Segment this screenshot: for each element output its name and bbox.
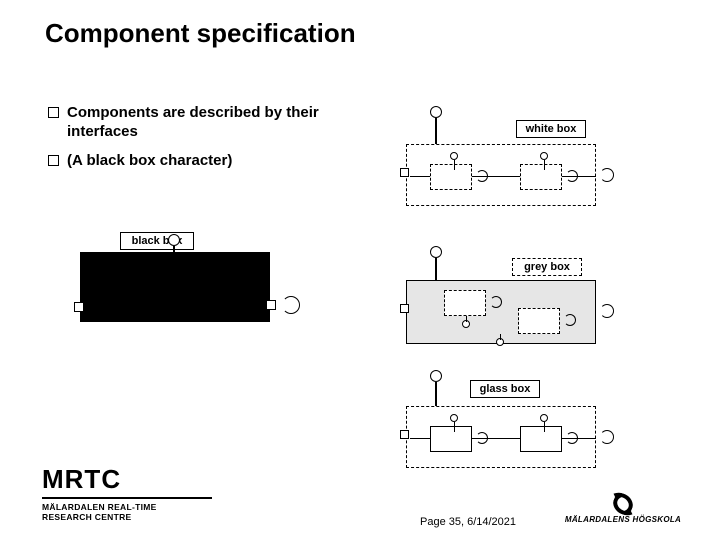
lollipop-icon: [450, 414, 458, 422]
lollipop-stem: [544, 160, 545, 170]
lollipop-stem: [435, 258, 437, 280]
required-interface-icon: [490, 296, 502, 308]
black-box-label: black box: [120, 232, 194, 250]
lollipop-icon: [540, 152, 548, 160]
lollipop-stem: [435, 382, 437, 406]
black-box-diagram: black box: [80, 232, 310, 332]
required-interface-icon: [600, 168, 614, 182]
lollipop-icon: [430, 370, 442, 382]
connector-line: [410, 176, 430, 177]
inner-component: [444, 290, 486, 316]
mdh-name: MÄLARDALENS HÖGSKOLA: [548, 515, 698, 524]
bullet-item: (A black box character): [48, 152, 358, 171]
port-icon: [74, 302, 84, 312]
lollipop-stem: [435, 118, 437, 144]
black-box-body: [80, 252, 270, 322]
required-interface-icon: [600, 304, 614, 318]
lollipop-icon: [430, 106, 442, 118]
white-box-diagram: white box: [400, 116, 620, 216]
glass-box-label: glass box: [470, 380, 540, 398]
inner-component: [520, 426, 562, 452]
lollipop-stem: [500, 334, 501, 340]
lollipop-icon: [430, 246, 442, 258]
lollipop-stem: [454, 422, 455, 432]
mrtc-logo: MRTC MÄLARDALEN REAL-TIME RESEARCH CENTR…: [42, 464, 212, 522]
bullet-glyph-icon: [48, 107, 59, 118]
port-icon: [400, 168, 409, 177]
white-box-label: white box: [516, 120, 586, 138]
lollipop-stem: [173, 246, 175, 272]
inner-component: [430, 426, 472, 452]
slide-title: Component specification: [45, 18, 356, 49]
connector-line: [472, 176, 520, 177]
mrtc-line2: RESEARCH CENTRE: [42, 512, 212, 522]
glass-box-diagram: glass box: [400, 378, 620, 478]
grey-box-label: grey box: [512, 258, 582, 276]
connector-line: [410, 438, 430, 439]
bullet-list: Components are described by their interf…: [48, 104, 358, 180]
lollipop-stem: [466, 316, 467, 322]
inner-component: [520, 164, 562, 190]
bullet-item: Components are described by their interf…: [48, 104, 358, 142]
required-interface-icon: [600, 430, 614, 444]
lollipop-icon: [168, 234, 180, 246]
divider: [42, 497, 212, 499]
mdh-logo: MÄLARDALENS HÖGSKOLA: [548, 491, 698, 524]
lollipop-stem: [454, 160, 455, 170]
port-icon: [266, 300, 276, 310]
bullet-glyph-icon: [48, 155, 59, 166]
inner-component: [518, 308, 560, 334]
port-icon: [400, 430, 409, 439]
port-icon: [400, 304, 409, 313]
connector-line: [562, 176, 596, 177]
bullet-text: Components are described by their interf…: [67, 104, 358, 142]
grey-box-diagram: grey box: [400, 254, 620, 354]
mrtc-acronym: MRTC: [42, 464, 212, 495]
required-interface-icon: [282, 296, 300, 314]
required-interface-icon: [564, 314, 576, 326]
bullet-text: (A black box character): [67, 152, 232, 171]
lollipop-stem: [544, 422, 545, 432]
grey-box-body: [406, 280, 596, 344]
mdh-swirl-icon: [607, 491, 639, 513]
page-footer: Page 35, 6/14/2021: [420, 516, 516, 528]
lollipop-icon: [540, 414, 548, 422]
mrtc-line1: MÄLARDALEN REAL-TIME: [42, 502, 212, 512]
inner-component: [430, 164, 472, 190]
connector-line: [562, 438, 596, 439]
lollipop-icon: [450, 152, 458, 160]
connector-line: [472, 438, 520, 439]
